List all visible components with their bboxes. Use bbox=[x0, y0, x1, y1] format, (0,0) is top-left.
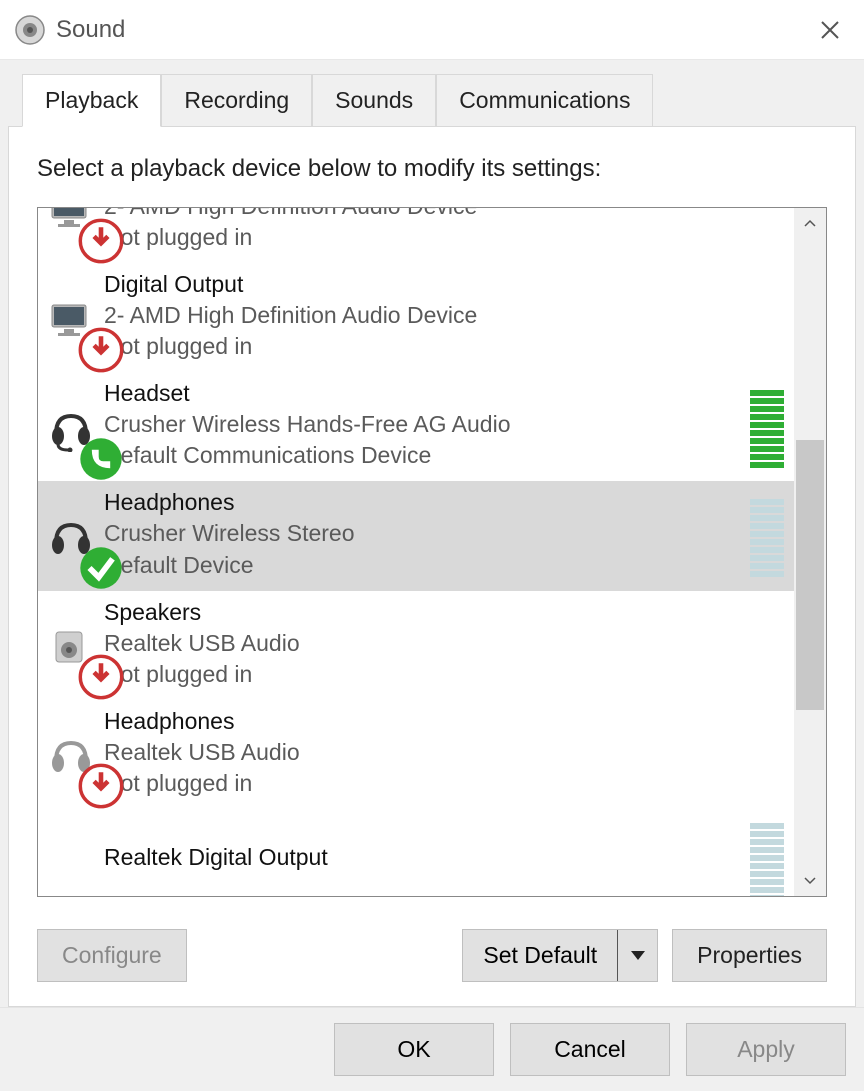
set-default-button[interactable]: Set Default bbox=[463, 930, 617, 981]
device-name: Headset bbox=[104, 378, 742, 409]
phone-badge-icon bbox=[78, 436, 98, 456]
monitor-icon bbox=[48, 208, 94, 234]
device-description: Crusher Wireless Stereo bbox=[104, 518, 742, 549]
device-list[interactable]: Digital Output2- AMD High Definition Aud… bbox=[38, 208, 794, 896]
unplugged-badge-icon bbox=[78, 327, 98, 347]
cancel-button[interactable]: Cancel bbox=[510, 1023, 670, 1076]
monitor-icon bbox=[48, 297, 94, 343]
device-name: Digital Output bbox=[104, 269, 784, 300]
level-meter bbox=[750, 815, 784, 896]
unplugged-badge-icon bbox=[78, 763, 98, 783]
device-status: Not plugged in bbox=[104, 768, 784, 799]
sound-icon bbox=[14, 14, 46, 46]
device-description: 2- AMD High Definition Audio Device bbox=[104, 208, 784, 222]
tab-row: PlaybackRecordingSoundsCommunications bbox=[22, 74, 856, 126]
tab-communications[interactable]: Communications bbox=[436, 74, 653, 126]
device-item[interactable]: Digital Output2- AMD High Definition Aud… bbox=[38, 208, 794, 263]
check-badge-icon bbox=[78, 545, 98, 565]
device-status: Default Device bbox=[104, 550, 742, 581]
device-name: Realtek Digital Output bbox=[104, 842, 742, 873]
device-status: Not plugged in bbox=[104, 222, 784, 253]
instruction-text: Select a playback device below to modify… bbox=[37, 155, 827, 183]
window-title: Sound bbox=[56, 16, 810, 44]
tab-playback[interactable]: Playback bbox=[22, 74, 161, 127]
unplugged-badge-icon bbox=[78, 654, 98, 674]
device-item[interactable]: HeadsetCrusher Wireless Hands-Free AG Au… bbox=[38, 372, 794, 481]
unplugged-badge-icon bbox=[78, 218, 98, 238]
scroll-thumb[interactable] bbox=[796, 440, 824, 710]
properties-button[interactable]: Properties bbox=[672, 929, 827, 982]
level-meter bbox=[750, 382, 784, 468]
tab-recording[interactable]: Recording bbox=[161, 74, 312, 126]
scroll-down-button[interactable] bbox=[794, 864, 826, 896]
none-icon bbox=[48, 839, 94, 885]
device-item[interactable]: Digital Output2- AMD High Definition Aud… bbox=[38, 263, 794, 372]
scroll-up-button[interactable] bbox=[794, 208, 826, 240]
headset-icon bbox=[48, 406, 94, 452]
set-default-split-button[interactable]: Set Default bbox=[462, 929, 658, 982]
headphones-icon bbox=[48, 515, 94, 561]
device-description: Crusher Wireless Hands-Free AG Audio bbox=[104, 409, 742, 440]
close-button[interactable] bbox=[810, 10, 850, 50]
ok-button[interactable]: OK bbox=[334, 1023, 494, 1076]
device-item[interactable]: HeadphonesCrusher Wireless StereoDefault… bbox=[38, 481, 794, 590]
configure-button[interactable]: Configure bbox=[37, 929, 187, 982]
device-name: Speakers bbox=[104, 597, 784, 628]
device-description: Realtek USB Audio bbox=[104, 628, 784, 659]
device-name: Headphones bbox=[104, 487, 742, 518]
headphones-gray-icon bbox=[48, 733, 94, 779]
device-description: 2- AMD High Definition Audio Device bbox=[104, 300, 784, 331]
scroll-track[interactable] bbox=[794, 240, 826, 864]
device-description: Realtek USB Audio bbox=[104, 737, 784, 768]
apply-button[interactable]: Apply bbox=[686, 1023, 846, 1076]
level-meter bbox=[750, 491, 784, 577]
scrollbar[interactable] bbox=[794, 208, 826, 896]
speaker-icon bbox=[48, 624, 94, 670]
device-status: Not plugged in bbox=[104, 331, 784, 362]
tab-sounds[interactable]: Sounds bbox=[312, 74, 436, 126]
device-item[interactable]: HeadphonesRealtek USB AudioNot plugged i… bbox=[38, 700, 794, 809]
device-status: Default Communications Device bbox=[104, 440, 742, 471]
device-name: Headphones bbox=[104, 706, 784, 737]
device-item[interactable]: Realtek Digital Output bbox=[38, 809, 794, 896]
device-item[interactable]: SpeakersRealtek USB AudioNot plugged in bbox=[38, 591, 794, 700]
device-status: Not plugged in bbox=[104, 659, 784, 690]
set-default-dropdown[interactable] bbox=[617, 930, 657, 981]
